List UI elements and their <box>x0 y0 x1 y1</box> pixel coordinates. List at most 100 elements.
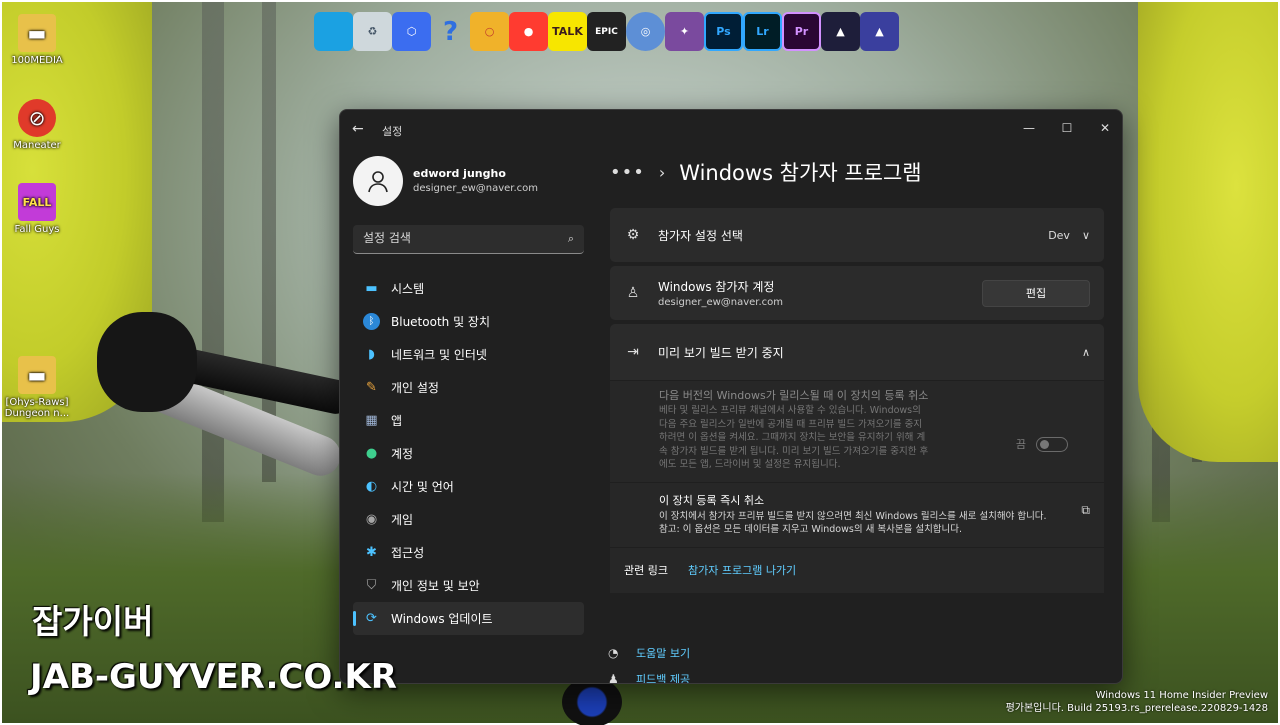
lightroom-icon[interactable]: Lr <box>743 12 782 51</box>
desktop-icon-dungeon-folder[interactable]: ▬ [Ohys-Raws] Dungeon n... <box>2 356 72 419</box>
sidebar-item-label: 개인 설정 <box>391 381 439 395</box>
give-feedback-label: 피드백 제공 <box>636 673 691 684</box>
desktop-icon-label: [Ohys-Raws] Dungeon n... <box>4 397 70 419</box>
premiere-icon[interactable]: Pr <box>782 12 821 51</box>
sidebar-item-time-language[interactable]: ◐ 시간 및 언어 <box>353 470 584 503</box>
affinity-photo-icon[interactable]: ▲ <box>860 12 899 51</box>
desktop-icon-100media[interactable]: ▬ 100MEDIA <box>2 14 72 66</box>
sidebar-item-label: 개인 정보 및 보안 <box>391 579 480 593</box>
leave-insider-program-link[interactable]: 참가자 프로그램 나가기 <box>688 562 796 578</box>
sidebar-item-accessibility[interactable]: ✱ 접근성 <box>353 536 584 569</box>
rider-glove <box>97 312 197 412</box>
sidebar-item-bluetooth[interactable]: ᛒ Bluetooth 및 장치 <box>353 305 584 338</box>
sidebar-item-gaming[interactable]: ◉ 게임 <box>353 503 584 536</box>
desktop-icon-label: Maneater <box>13 140 61 151</box>
settings-window: ← 설정 — ☐ ✕ edword jungho designer_ew@nav… <box>339 109 1123 684</box>
insider-account-email: designer_ew@naver.com <box>658 297 784 308</box>
unenroll-now-title: 이 장치 등록 즉시 취소 <box>659 493 765 507</box>
game-icon[interactable]: ✦ <box>665 12 704 51</box>
accessibility-icon: ✱ <box>366 545 377 560</box>
channel-value: Dev <box>1048 228 1070 242</box>
unenroll-on-release-desc: 베타 및 릴리스 프리뷰 채널에서 사용할 수 있습니다. Windows의 다… <box>659 405 929 470</box>
game-shortcut-icon: FALL <box>18 183 56 221</box>
get-help-label: 도움말 보기 <box>636 647 691 660</box>
desktop-icon-maneater[interactable]: ⊘ Maneater <box>2 99 72 151</box>
breadcrumb: ••• › Windows 참가자 프로그램 <box>610 157 922 187</box>
desktop-icon-fall-guys[interactable]: FALL Fall Guys <box>2 183 72 235</box>
maximize-button[interactable]: ☐ <box>1048 116 1086 140</box>
user-profile[interactable]: edword jungho designer_ew@naver.com <box>353 156 593 208</box>
unenroll-now-option[interactable]: 이 장치 등록 즉시 취소 이 장치에서 참가자 프리뷰 빌드를 받지 않으려면… <box>610 481 1104 547</box>
folder-icon: ▬ <box>18 356 56 394</box>
affinity-icon[interactable]: ▲ <box>821 12 860 51</box>
unenroll-on-release-option: 다음 버전의 Windows가 릴리스될 때 이 장치의 등록 취소 베타 및 … <box>610 380 1104 482</box>
monitor-icon[interactable] <box>314 12 353 51</box>
edit-button[interactable]: 편집 <box>982 279 1090 307</box>
search-icon: ⌕ <box>567 232 574 245</box>
breadcrumb-overflow-button[interactable]: ••• <box>610 162 645 183</box>
photoshop-icon[interactable]: Ps <box>704 12 743 51</box>
related-links-label: 관련 링크 <box>624 564 668 577</box>
sidebar-item-label: 계정 <box>391 447 414 461</box>
chevron-up-icon: ∧ <box>1081 345 1090 359</box>
sidebar-item-label: 네트워크 및 인터넷 <box>391 348 487 362</box>
avatar <box>353 156 403 206</box>
sidebar-item-privacy[interactable]: ⛉ 개인 정보 및 보안 <box>353 569 584 602</box>
settings-search[interactable]: ⌕ <box>353 225 584 254</box>
profile-name: edword jungho <box>413 167 506 180</box>
watermark-title: 잡가이버 <box>32 602 154 641</box>
chevron-down-icon: ∨ <box>1081 228 1090 242</box>
toggle-knob <box>1040 439 1049 449</box>
unenroll-toggle-group: 끔 <box>1016 436 1068 452</box>
help-links: ◔ 도움말 보기 ♟ 피드백 제공 <box>608 640 691 684</box>
get-help-link[interactable]: ◔ 도움말 보기 <box>608 640 690 666</box>
sidebar-item-personalization[interactable]: ✎ 개인 설정 <box>353 371 584 404</box>
back-arrow-icon[interactable]: ← <box>352 121 364 137</box>
channel-setting-card[interactable]: ⚙ 참가자 설정 선택 Dev ∨ <box>610 208 1104 262</box>
stop-preview-header[interactable]: ⇥ 미리 보기 빌드 받기 중지 ∧ <box>610 324 1104 380</box>
rider-arm-right <box>1138 2 1278 462</box>
minimize-button[interactable]: — <box>1010 116 1048 140</box>
sidebar-item-network[interactable]: ◗ 네트워크 및 인터넷 <box>353 338 584 371</box>
game-shortcut-icon: ⊘ <box>18 99 56 137</box>
account-icon: ● <box>365 446 378 461</box>
bike-fork <box>562 677 622 725</box>
apps-icon: ▦ <box>365 413 378 428</box>
search-input[interactable] <box>353 225 553 251</box>
sidebar-item-accounts[interactable]: ● 계정 <box>353 437 584 470</box>
help-icon[interactable]: ? <box>431 12 470 51</box>
system-icon: ▬ <box>365 281 378 296</box>
build-watermark: Windows 11 Home Insider Preview 평가본입니다. … <box>1006 689 1268 715</box>
recycle-bin-icon[interactable]: ♻ <box>353 12 392 51</box>
shield-icon: ⛉ <box>366 578 377 593</box>
insider-account-label: Windows 참가자 계정 <box>658 280 775 294</box>
search-app-icon[interactable]: ○ <box>470 12 509 51</box>
gear-icon: ⚙ <box>626 227 640 243</box>
sidebar-item-windows-update[interactable]: ⟳ Windows 업데이트 <box>353 602 584 635</box>
stop-preview-label: 미리 보기 빌드 받기 중지 <box>658 345 784 360</box>
unenroll-toggle[interactable] <box>1036 436 1068 452</box>
stop-preview-builds-card: ⇥ 미리 보기 빌드 받기 중지 ∧ 다음 버전의 Windows가 릴리스될 … <box>610 324 1104 593</box>
app-icon[interactable]: ⬡ <box>392 12 431 51</box>
external-link-icon: ⧉ <box>1081 502 1090 517</box>
brush-icon: ✎ <box>366 380 377 395</box>
sidebar-item-apps[interactable]: ▦ 앱 <box>353 404 584 437</box>
insider-account-card: ♙ Windows 참가자 계정 designer_ew@naver.com 편… <box>610 266 1104 320</box>
folder-icon: ▬ <box>18 14 56 52</box>
kakaotalk-icon[interactable]: TALK <box>548 12 587 51</box>
nox-icon[interactable]: ● <box>509 12 548 51</box>
channel-setting-label: 참가자 설정 선택 <box>658 228 743 243</box>
help-bubble-icon: ◔ <box>608 646 619 660</box>
give-feedback-link[interactable]: ♟ 피드백 제공 <box>608 666 691 684</box>
close-button[interactable]: ✕ <box>1086 116 1122 140</box>
toggle-state-label: 끔 <box>1015 438 1026 451</box>
sidebar-item-system[interactable]: ▬ 시스템 <box>353 272 584 305</box>
insider-settings: ⚙ 참가자 설정 선택 Dev ∨ ♙ Windows 참가자 계정 desig… <box>610 208 1104 597</box>
sidebar-item-label: Bluetooth 및 장치 <box>391 315 491 329</box>
page-title: Windows 참가자 프로그램 <box>679 161 922 185</box>
related-links: 관련 링크 참가자 프로그램 나가기 <box>610 546 1104 593</box>
person-icon: ♙ <box>626 285 640 301</box>
title-bar: ← 설정 — ☐ ✕ <box>340 110 1122 148</box>
globe-icon[interactable]: ◎ <box>626 12 665 51</box>
epic-games-icon[interactable]: EPIC <box>587 12 626 51</box>
